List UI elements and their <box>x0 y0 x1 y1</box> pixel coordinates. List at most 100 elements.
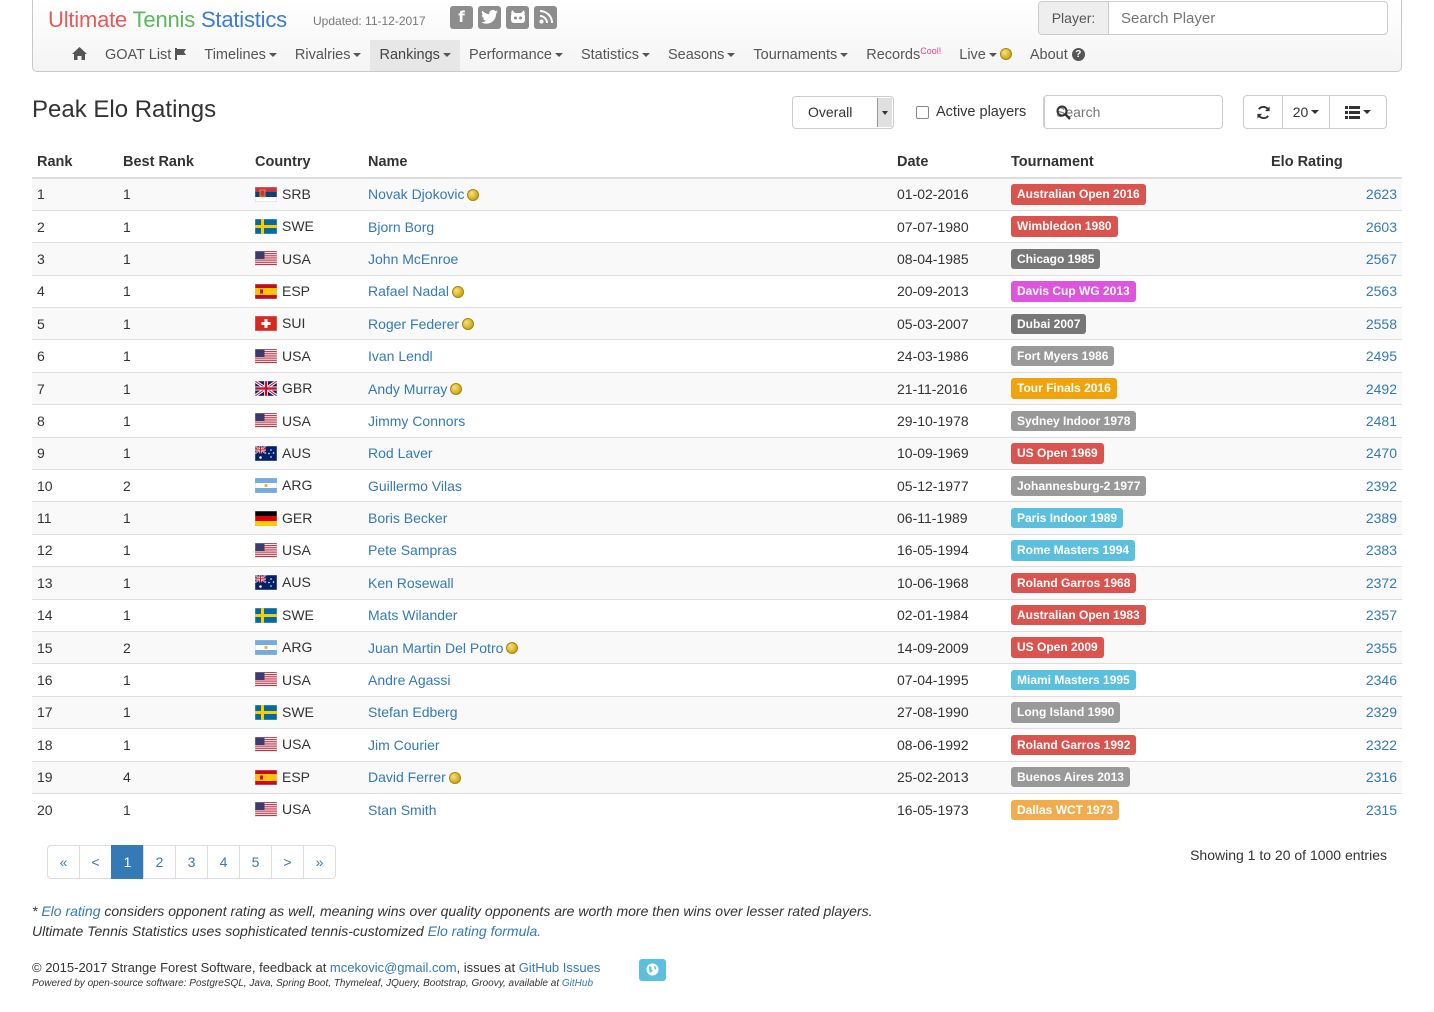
elo-rating-link[interactable]: 2567 <box>1366 251 1397 267</box>
column-header-tournament[interactable]: Tournament <box>1006 145 1266 179</box>
elo-rating-link[interactable]: 2603 <box>1366 219 1397 235</box>
player-link[interactable]: Andre Agassi <box>368 672 451 688</box>
elo-rating-link[interactable]: 2392 <box>1366 478 1397 494</box>
player-link[interactable]: Stefan Edberg <box>368 704 458 720</box>
column-header-country[interactable]: Country <box>250 145 363 179</box>
player-search-input[interactable] <box>1109 2 1387 34</box>
player-link[interactable]: Jim Courier <box>368 737 440 753</box>
column-header-name[interactable]: Name <box>363 145 892 179</box>
menu-seasons[interactable]: Seasons <box>659 40 744 71</box>
github-link[interactable]: GitHub <box>562 978 593 989</box>
tournament-badge[interactable]: Australian Open 2016 <box>1011 184 1146 205</box>
elo-rating-link[interactable]: 2316 <box>1366 769 1397 785</box>
column-header-elo-rating[interactable]: Elo Rating <box>1266 145 1402 179</box>
columns-dropdown[interactable] <box>1330 96 1386 128</box>
player-link[interactable]: Boris Becker <box>368 510 447 526</box>
elo-rating-link[interactable]: 2623 <box>1366 186 1397 202</box>
page-first[interactable]: « <box>47 845 80 879</box>
rss-icon[interactable] <box>534 6 557 29</box>
facebook-icon[interactable]: f <box>450 6 473 29</box>
elo-rating-link[interactable]: 2389 <box>1366 510 1397 526</box>
column-header-date[interactable]: Date <box>892 145 1006 179</box>
elo-rating-link[interactable]: Elo rating <box>41 903 100 919</box>
elo-rating-link[interactable]: 2495 <box>1366 348 1397 364</box>
player-link[interactable]: Novak Djokovic <box>368 186 464 202</box>
refresh-button[interactable] <box>1244 96 1283 128</box>
menu-live[interactable]: Live <box>950 40 1021 71</box>
tournament-badge[interactable]: Roland Garros 1968 <box>1011 572 1137 594</box>
tournament-badge[interactable]: US Open 1969 <box>1011 443 1104 464</box>
tournament-badge[interactable]: Chicago 1985 <box>1011 248 1101 270</box>
elo-rating-link[interactable]: 2329 <box>1366 704 1397 720</box>
tournament-badge[interactable]: Rome Masters 1994 <box>1011 540 1136 561</box>
column-header-best-rank[interactable]: Best Rank <box>118 145 250 179</box>
menu-timelines[interactable]: Timelines <box>195 40 286 71</box>
tournament-badge[interactable]: Buenos Aires 2013 <box>1011 767 1130 788</box>
page-2[interactable]: 2 <box>143 845 176 879</box>
elo-rating-link[interactable]: 2481 <box>1366 413 1397 429</box>
tournament-badge[interactable]: Australian Open 1983 <box>1011 605 1146 626</box>
tournament-badge[interactable]: Miami Masters 1995 <box>1011 669 1136 691</box>
table-search-input[interactable] <box>1045 96 1248 128</box>
column-header-rank[interactable]: Rank <box>32 145 118 179</box>
elo-rating-link[interactable]: 2563 <box>1366 283 1397 299</box>
active-players-filter[interactable]: Active players <box>916 104 1026 120</box>
elo-rating-link[interactable]: 2357 <box>1366 607 1397 623</box>
page-1[interactable]: 1 <box>111 845 144 879</box>
menu-home[interactable] <box>63 40 96 71</box>
tournament-badge[interactable]: Paris Indoor 1989 <box>1011 507 1124 529</box>
page-5[interactable]: 5 <box>239 845 272 879</box>
elo-rating-link[interactable]: 2492 <box>1366 381 1397 397</box>
player-link[interactable]: Ken Rosewall <box>368 575 454 591</box>
page-last[interactable]: » <box>303 845 336 879</box>
language-button[interactable] <box>639 959 666 981</box>
page-4[interactable]: 4 <box>207 845 240 879</box>
menu-rankings[interactable]: Rankings <box>370 40 460 71</box>
tournament-badge[interactable]: Fort Myers 1986 <box>1011 345 1115 367</box>
brand-logo[interactable]: Ultimate Tennis Statistics <box>48 7 287 33</box>
player-link[interactable]: Juan Martin Del Potro <box>368 640 503 656</box>
elo-rating-link[interactable]: 2383 <box>1366 542 1397 558</box>
player-link[interactable]: Bjorn Borg <box>368 219 434 235</box>
elo-rating-link[interactable]: 2315 <box>1366 802 1397 818</box>
github-icon[interactable] <box>506 6 529 29</box>
player-link[interactable]: Rod Laver <box>368 445 433 461</box>
player-link[interactable]: Roger Federer <box>368 316 459 332</box>
surface-select[interactable]: Overall <box>792 96 894 129</box>
tournament-badge[interactable]: Tour Finals 2016 <box>1011 378 1117 399</box>
page-size-dropdown[interactable]: 20 <box>1283 96 1330 128</box>
menu-tournaments[interactable]: Tournaments <box>744 40 857 71</box>
player-link[interactable]: Rafael Nadal <box>368 283 449 299</box>
page-next[interactable]: > <box>271 845 304 879</box>
player-link[interactable]: Ivan Lendl <box>368 348 433 364</box>
tournament-badge[interactable]: Dallas WCT 1973 <box>1011 799 1120 821</box>
menu-records[interactable]: RecordsCool! <box>857 40 950 71</box>
tournament-badge[interactable]: Davis Cup WG 2013 <box>1011 281 1136 302</box>
menu-goat-list[interactable]: GOAT List <box>96 40 195 71</box>
elo-rating-link[interactable]: 2346 <box>1366 672 1397 688</box>
elo-rating-link[interactable]: 2372 <box>1366 575 1397 591</box>
player-link[interactable]: Andy Murray <box>368 381 447 397</box>
active-players-checkbox[interactable] <box>916 105 929 119</box>
page-prev[interactable]: < <box>79 845 112 879</box>
player-link[interactable]: Stan Smith <box>368 802 436 818</box>
menu-performance[interactable]: Performance <box>460 40 572 71</box>
page-3[interactable]: 3 <box>175 845 208 879</box>
elo-rating-link[interactable]: 2322 <box>1366 737 1397 753</box>
feedback-email-link[interactable]: mcekovic@gmail.com <box>330 960 457 975</box>
menu-about[interactable]: About ? <box>1021 40 1094 71</box>
player-link[interactable]: Guillermo Vilas <box>368 478 462 494</box>
tournament-badge[interactable]: Dubai 2007 <box>1011 313 1087 334</box>
tournament-badge[interactable]: US Open 2009 <box>1011 637 1104 658</box>
tournament-badge[interactable]: Sydney Indoor 1978 <box>1011 410 1137 432</box>
elo-rating-link[interactable]: 2355 <box>1366 640 1397 656</box>
search-button[interactable] <box>1044 96 1071 128</box>
player-link[interactable]: Pete Sampras <box>368 542 457 558</box>
player-link[interactable]: Jimmy Connors <box>368 413 465 429</box>
player-link[interactable]: David Ferrer <box>368 769 446 785</box>
twitter-icon[interactable] <box>478 6 501 29</box>
menu-statistics[interactable]: Statistics <box>572 40 659 71</box>
github-issues-link[interactable]: GitHub Issues <box>519 960 601 975</box>
tournament-badge[interactable]: Wimbledon 1980 <box>1011 216 1118 237</box>
tournament-badge[interactable]: Roland Garros 1992 <box>1011 734 1137 756</box>
